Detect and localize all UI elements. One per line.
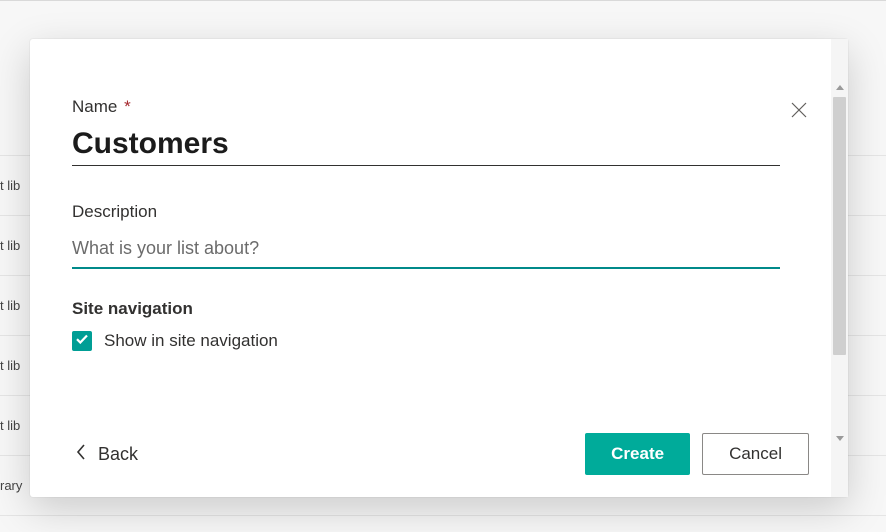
show-in-nav-label: Show in site navigation: [104, 331, 278, 351]
description-field: Description: [72, 202, 780, 269]
checkmark-icon: [75, 332, 89, 351]
dialog-body: Name * Description Site navigation Show …: [30, 39, 831, 497]
bg-row-text: t lib: [0, 358, 20, 373]
bg-row-text: t lib: [0, 298, 20, 313]
scroll-down-icon: [831, 430, 848, 447]
panel-scrollbar[interactable]: [831, 39, 848, 497]
scroll-thumb[interactable]: [833, 97, 846, 355]
close-icon: [791, 102, 807, 121]
dialog-footer: Back Create Cancel: [72, 433, 809, 475]
name-input[interactable]: [72, 125, 780, 166]
footer-right-buttons: Create Cancel: [585, 433, 809, 475]
chevron-left-icon: [76, 443, 88, 466]
name-label: Name *: [72, 97, 780, 117]
bg-row-text: t lib: [0, 178, 20, 193]
site-navigation-label: Site navigation: [72, 299, 809, 319]
bg-row-text: t lib: [0, 418, 20, 433]
description-label: Description: [72, 202, 780, 222]
create-button[interactable]: Create: [585, 433, 690, 475]
back-button[interactable]: Back: [72, 437, 142, 472]
cancel-button[interactable]: Cancel: [702, 433, 809, 475]
required-marker: *: [124, 97, 131, 116]
description-input[interactable]: [72, 230, 780, 269]
scroll-up-icon: [831, 79, 848, 96]
create-list-dialog: Name * Description Site navigation Show …: [30, 39, 848, 497]
back-label: Back: [98, 444, 138, 465]
site-navigation-section: Site navigation Show in site navigation: [72, 299, 809, 351]
bg-row-text: t lib: [0, 238, 20, 253]
close-button[interactable]: [785, 97, 813, 125]
name-label-text: Name: [72, 97, 117, 116]
bg-row-text: rary: [0, 478, 22, 493]
show-in-nav-row: Show in site navigation: [72, 331, 809, 351]
show-in-nav-checkbox[interactable]: [72, 331, 92, 351]
name-field: Name *: [72, 97, 780, 166]
